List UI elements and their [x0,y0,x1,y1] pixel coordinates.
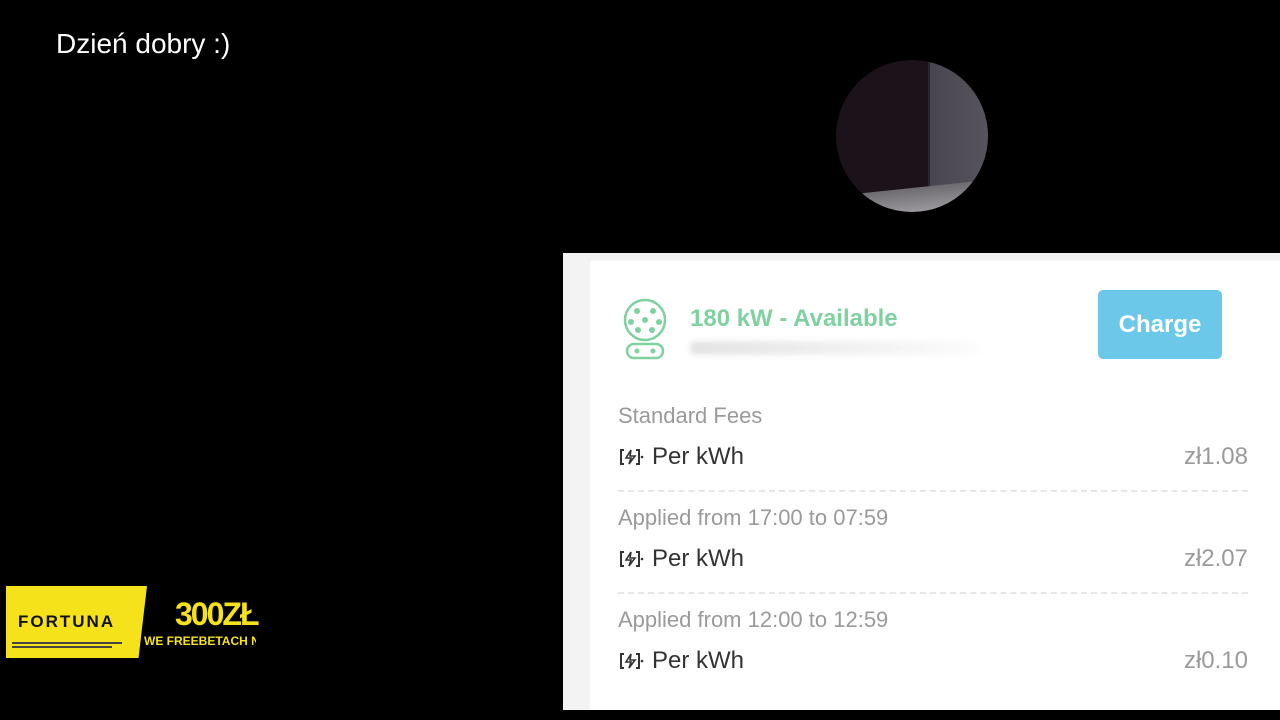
charging-battery-icon [620,449,644,465]
divider [618,592,1248,594]
fee-price: zł1.08 [1183,443,1248,470]
fee-row: Per kWh zł0.10 [618,645,1248,677]
fee-row: Per kWh zł1.08 [618,441,1248,473]
fee-row: Per kWh zł2.07 [618,543,1248,575]
ad-subtitle: WE FREEBETACH NA G [144,634,256,648]
charging-battery-icon [620,653,644,669]
fee-price: zł0.10 [1183,647,1248,674]
ad-amount: 300ZŁ [175,596,259,632]
divider [618,490,1248,492]
fee-label: Per kWh [652,647,745,674]
ad-fine-print [12,642,132,652]
fee-price: zł2.07 [1183,545,1248,572]
ad-brand: FORTUNA [18,612,116,631]
station-status: 180 kW - Available [690,305,898,332]
fee-title: Standard Fees [618,403,763,428]
blurred-address [690,341,980,355]
fee-title: Applied from 17:00 to 07:59 [618,505,889,530]
webcam-overlay [836,60,988,212]
charging-panel: 180 kW - Available Charge Standard Fees … [563,253,1280,710]
webcam-floor [836,180,988,212]
fee-title: Applied from 12:00 to 12:59 [618,607,889,632]
fee-label: Per kWh [652,443,745,470]
greeting-text: Dzień dobry :) [56,28,231,59]
ad-logo-box: FORTUNA [6,586,147,658]
charging-battery-icon [620,551,644,567]
fee-label: Per kWh [652,545,745,572]
station-card: 180 kW - Available Charge Standard Fees … [590,261,1280,710]
fortuna-ad-banner[interactable]: FORTUNA 300ZŁ WE FREEBETACH NA G [6,586,259,658]
ccs-connector-icon [623,298,667,360]
charge-button[interactable]: Charge [1098,290,1222,359]
